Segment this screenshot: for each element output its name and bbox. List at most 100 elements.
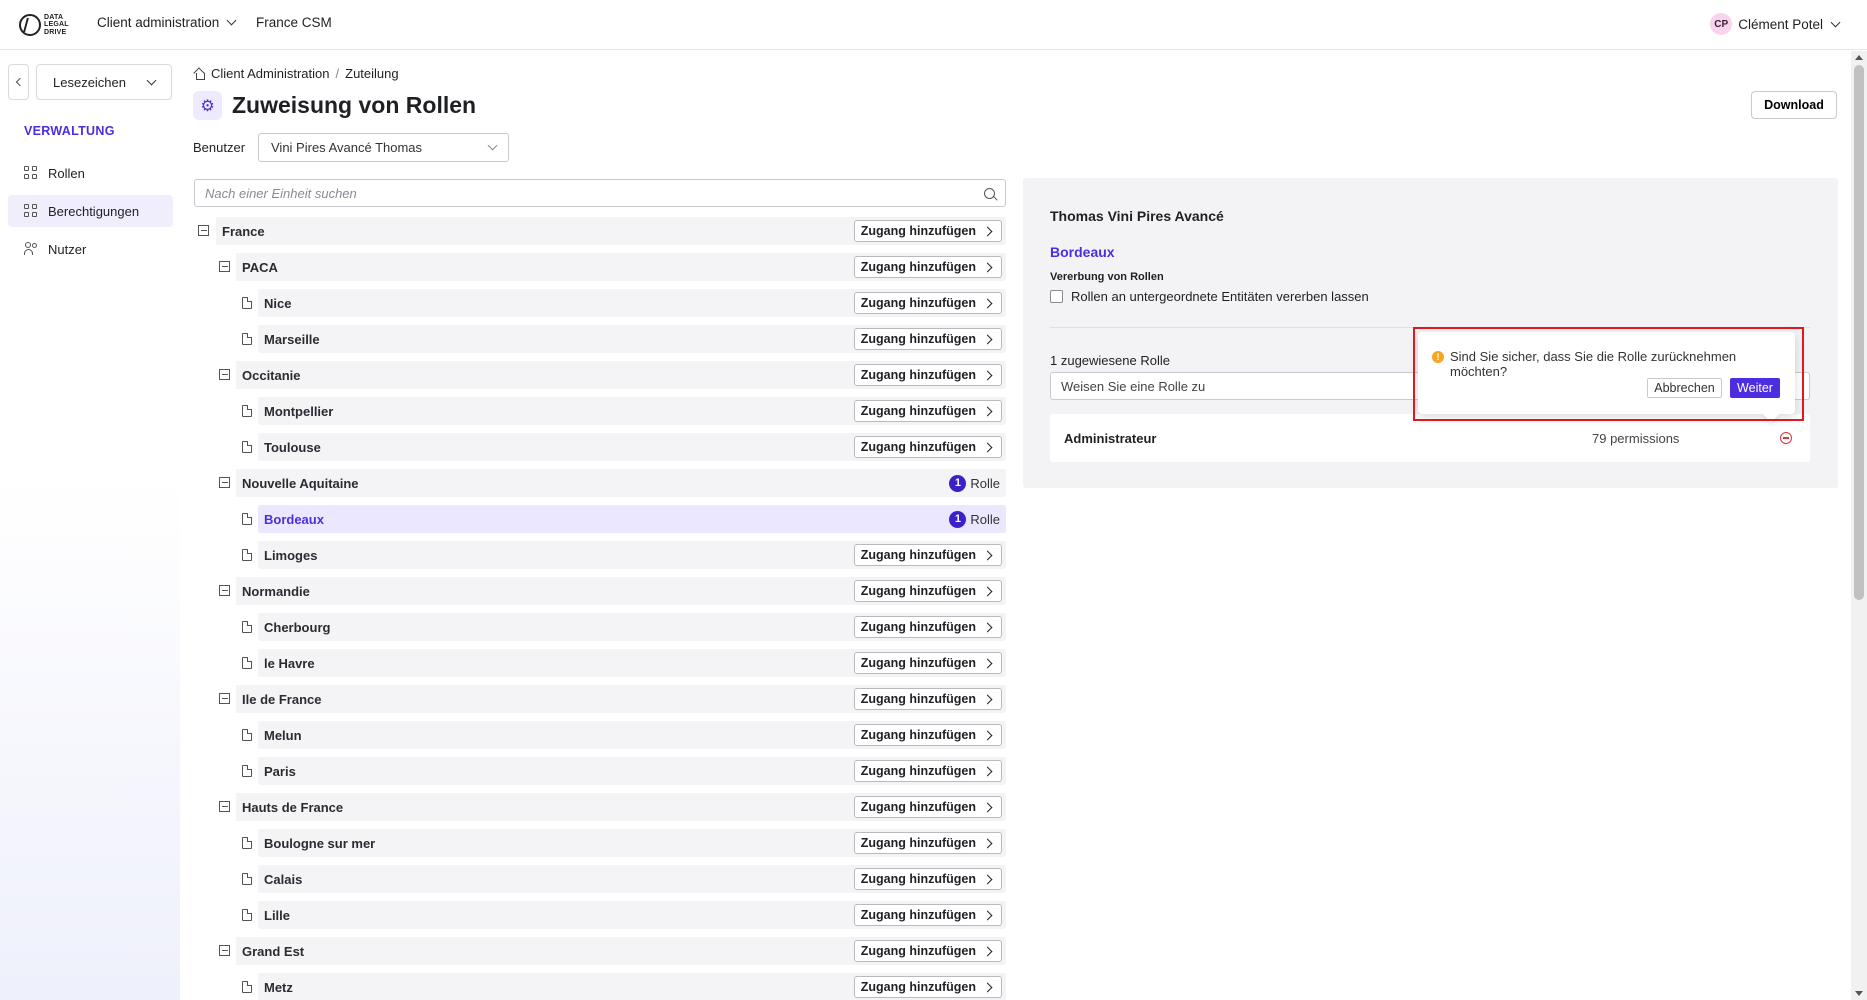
download-button[interactable]: Download xyxy=(1751,91,1837,119)
nav-france-csm[interactable]: France CSM xyxy=(256,15,332,30)
tree-row[interactable]: Metz Zugang hinzufügen xyxy=(258,973,1006,1000)
tree-row[interactable]: Limoges Zugang hinzufügen xyxy=(258,541,1006,569)
add-access-button[interactable]: Zugang hinzufügen xyxy=(853,724,1002,746)
collapse-toggle-icon[interactable] xyxy=(219,801,230,812)
panel-user-name: Thomas Vini Pires Avancé xyxy=(1050,208,1224,224)
document-icon xyxy=(242,621,252,633)
chevron-down-icon xyxy=(226,15,237,26)
tree-row-label: Melun xyxy=(264,727,302,743)
user-filter-label: Benutzer xyxy=(193,140,246,155)
collapse-toggle-icon[interactable] xyxy=(219,585,230,596)
add-access-button[interactable]: Zugang hinzufügen xyxy=(853,400,1002,422)
logo[interactable]: DATA LEGAL DRIVE xyxy=(19,10,73,40)
tree-row[interactable]: Marseille Zugang hinzufügen xyxy=(258,325,1006,353)
nav-client-administration[interactable]: Client administration xyxy=(97,15,237,30)
add-access-button[interactable]: Zugang hinzufügen xyxy=(853,292,1002,314)
add-access-button[interactable]: Zugang hinzufügen xyxy=(853,220,1002,242)
collapse-toggle-icon[interactable] xyxy=(219,477,230,488)
tree-row[interactable]: France Zugang hinzufügen xyxy=(216,217,1006,245)
user-select[interactable]: Vini Pires Avancé Thomas xyxy=(258,133,509,162)
tree-row[interactable]: Bordeaux 1 Rolle xyxy=(258,505,1006,533)
add-access-button[interactable]: Zugang hinzufügen xyxy=(853,868,1002,890)
add-access-button[interactable]: Zugang hinzufügen xyxy=(853,652,1002,674)
user-menu[interactable]: CP Clément Potel xyxy=(1710,13,1841,35)
add-access-label: Zugang hinzufügen xyxy=(860,908,976,922)
tree-row-label: Marseille xyxy=(264,331,320,347)
search-input[interactable]: Nach einer Einheit suchen xyxy=(194,179,1006,207)
collapse-toggle-icon[interactable] xyxy=(219,693,230,704)
document-icon xyxy=(242,981,252,993)
inherit-checkbox-row[interactable]: Rollen an untergeordnete Entitäten verer… xyxy=(1050,289,1369,304)
tree-row-label: Ile de France xyxy=(242,691,322,707)
sidebar-item-nutzer[interactable]: Nutzer xyxy=(8,233,173,265)
add-access-button[interactable]: Zugang hinzufügen xyxy=(853,940,1002,962)
chevron-right-icon xyxy=(982,442,993,452)
add-access-button[interactable]: Zugang hinzufügen xyxy=(853,760,1002,782)
tree-row[interactable]: Calais Zugang hinzufügen xyxy=(258,865,1006,893)
add-access-button[interactable]: Zugang hinzufügen xyxy=(853,580,1002,602)
tree-row[interactable]: Occitanie Zugang hinzufügen xyxy=(236,361,1006,389)
sidebar-item-berechtigungen[interactable]: Berechtigungen xyxy=(8,195,173,227)
search-icon xyxy=(984,187,995,199)
scroll-down-icon[interactable] xyxy=(1855,991,1863,996)
tree-row[interactable]: Normandie Zugang hinzufügen xyxy=(236,577,1006,605)
tree-row[interactable]: Lille Zugang hinzufügen xyxy=(258,901,1006,929)
page-scrollbar[interactable] xyxy=(1851,51,1867,1000)
chevron-right-icon xyxy=(982,334,993,344)
add-access-button[interactable]: Zugang hinzufügen xyxy=(853,976,1002,998)
panel-entity-name: Bordeaux xyxy=(1050,244,1115,260)
collapse-sidebar-button[interactable] xyxy=(8,64,29,100)
users-icon xyxy=(24,242,38,256)
role-count-badge: 1 Rolle xyxy=(949,474,1002,492)
add-access-button[interactable]: Zugang hinzufügen xyxy=(853,616,1002,638)
tree-row[interactable]: Grand Est Zugang hinzufügen xyxy=(236,937,1006,965)
sidebar-item-rollen[interactable]: Rollen xyxy=(8,157,173,189)
collapse-toggle-icon[interactable] xyxy=(219,945,230,956)
chevron-right-icon xyxy=(982,586,993,596)
tree-row[interactable]: Toulouse Zugang hinzufügen xyxy=(258,433,1006,461)
document-icon xyxy=(242,549,252,561)
add-access-button[interactable]: Zugang hinzufügen xyxy=(853,688,1002,710)
add-access-button[interactable]: Zugang hinzufügen xyxy=(853,544,1002,566)
tree-row[interactable]: le Havre Zugang hinzufügen xyxy=(258,649,1006,677)
add-access-button[interactable]: Zugang hinzufügen xyxy=(853,256,1002,278)
tree-row[interactable]: Boulogne sur mer Zugang hinzufügen xyxy=(258,829,1006,857)
add-access-button[interactable]: Zugang hinzufügen xyxy=(853,796,1002,818)
inherit-checkbox[interactable] xyxy=(1050,290,1063,303)
chevron-right-icon xyxy=(982,982,993,992)
collapse-toggle-icon[interactable] xyxy=(198,225,209,236)
remove-role-icon[interactable] xyxy=(1780,432,1792,444)
document-icon xyxy=(242,657,252,669)
tree-row[interactable]: Cherbourg Zugang hinzufügen xyxy=(258,613,1006,641)
add-access-button[interactable]: Zugang hinzufügen xyxy=(853,364,1002,386)
collapse-toggle-icon[interactable] xyxy=(219,369,230,380)
tree-row[interactable]: Nice Zugang hinzufügen xyxy=(258,289,1006,317)
role-count-label: Rolle xyxy=(970,475,1000,491)
breadcrumb-link-client-administration[interactable]: Client Administration xyxy=(211,66,330,81)
add-access-button[interactable]: Zugang hinzufügen xyxy=(853,436,1002,458)
tree-row[interactable]: Ile de France Zugang hinzufügen xyxy=(236,685,1006,713)
add-access-label: Zugang hinzufügen xyxy=(860,404,976,418)
tree-row[interactable]: Hauts de France Zugang hinzufügen xyxy=(236,793,1006,821)
role-count-label: Rolle xyxy=(970,511,1000,527)
scroll-up-icon[interactable] xyxy=(1855,55,1863,60)
tree-row[interactable]: Nouvelle Aquitaine 1 Rolle xyxy=(236,469,1006,497)
bookmark-select[interactable]: Lesezeichen xyxy=(36,64,172,100)
tree-row[interactable]: Montpellier Zugang hinzufügen xyxy=(258,397,1006,425)
tree-row[interactable]: PACA Zugang hinzufügen xyxy=(236,253,1006,281)
add-access-button[interactable]: Zugang hinzufügen xyxy=(853,328,1002,350)
collapse-toggle-icon[interactable] xyxy=(219,261,230,272)
tree-row-label: Normandie xyxy=(242,583,310,599)
tree-row[interactable]: Melun Zugang hinzufügen xyxy=(258,721,1006,749)
tree-row-label: Lille xyxy=(264,907,291,923)
add-access-button[interactable]: Zugang hinzufügen xyxy=(853,904,1002,926)
chevron-right-icon xyxy=(982,946,993,956)
assigned-role-card: Administrateur 79 permissions xyxy=(1050,414,1810,462)
add-access-button[interactable]: Zugang hinzufügen xyxy=(853,832,1002,854)
inherit-title: Vererbung von Rollen xyxy=(1050,271,1164,283)
tree-row[interactable]: Paris Zugang hinzufügen xyxy=(258,757,1006,785)
tree-row-label: Nice xyxy=(264,295,292,311)
tree-row-label: Cherbourg xyxy=(264,619,331,635)
scroll-thumb[interactable] xyxy=(1854,65,1864,600)
chevron-right-icon xyxy=(982,298,993,308)
